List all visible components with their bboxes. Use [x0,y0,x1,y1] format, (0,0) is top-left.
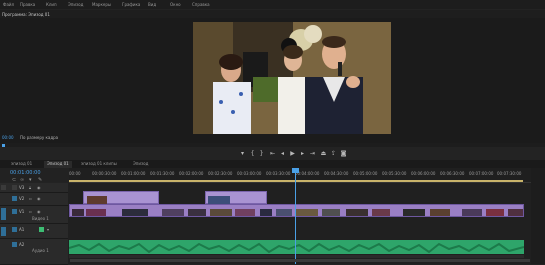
go-to-out-icon[interactable]: ⇥ [308,149,317,158]
timeline-tab-2[interactable]: Эпизод 01 [44,161,72,168]
menu-item-markers[interactable]: Маркеры [92,2,111,7]
ruler-tick: 00:01:30:00 [150,171,175,176]
source-patch-v1[interactable] [1,208,6,220]
menu-item-view[interactable]: Вид [148,2,156,7]
play-icon[interactable]: ▶ [288,149,297,158]
monitor-playhead[interactable] [2,144,5,147]
ruler-tick: 00:03:00:00 [237,171,262,176]
ruler-tick: 00:06:30:00 [440,171,465,176]
ruler-tick: 00:07:00:00 [469,171,494,176]
ruler-tick: 00:05:30:00 [382,171,407,176]
track-target-a2[interactable] [12,242,17,247]
eye-icon[interactable]: ◉ [37,185,41,190]
mic-icon[interactable]: ▾ [47,227,49,232]
out-point-icon[interactable]: } [257,149,266,158]
ruler-tick: 00:02:30:00 [208,171,233,176]
video-track-v1-clips[interactable] [69,204,524,217]
solo-button-a1[interactable] [39,227,44,232]
export-frame-icon[interactable]: ◙ [339,149,348,158]
step-back-icon[interactable]: ◂ [278,149,287,158]
work-area-bar[interactable] [69,180,523,182]
ruler-tick: 00:02:00:00 [179,171,204,176]
timeline-vertical-scrollbar[interactable] [531,168,545,264]
timeline-tab-1[interactable]: эпизод 01 [8,161,35,168]
track-target-v1[interactable] [12,209,17,214]
audio-waveform [69,241,524,254]
ruler-tick: 00:04:30:00 [324,171,349,176]
step-forward-icon[interactable]: ▸ [298,149,307,158]
track-id-a1: A1 [19,227,25,232]
track-header-v1: V1 ▫ ◉ Видео 1 [0,206,68,224]
lock-icon[interactable]: ▫ [29,196,32,201]
video-clip[interactable] [83,191,159,204]
track-id-v1: V1 [19,209,25,214]
lock-icon[interactable]: ▫ [29,209,32,214]
ruler-tick: 00:06:00:00 [411,171,436,176]
track-target-v3[interactable] [12,185,17,190]
source-patch-a1[interactable] [1,227,6,236]
menu-item-clip[interactable]: Клип [46,2,57,7]
timeline-horizontal-scrollbar[interactable] [70,259,530,262]
marker-icon[interactable]: ▾ [238,149,247,158]
source-patch-v3[interactable] [1,185,6,190]
timeline-tabs: эпизод 01 Эпизод 01 эпизод 01 клипы Эпиз… [0,160,545,168]
timeline-tab-3[interactable]: эпизод 01 клипы [78,161,120,168]
timeline-timecode[interactable]: 00:01:00:00 [10,170,41,176]
ruler-tick: 00:00:30:00 [92,171,117,176]
track-header-v3: V3 🔒︎ ◉ [0,183,68,193]
video-frame-image [193,22,391,134]
program-monitor-tabbar: Программа: Эпизод 01 [0,10,545,18]
track-id-v3: V3 [19,185,25,190]
ruler-tick: 00:03:30:00 [266,171,291,176]
eye-icon[interactable]: ◉ [37,209,41,214]
track-target-a1[interactable] [12,227,17,232]
track-header-v2: V2 ▫ ◉ [0,193,68,206]
track-target-v2[interactable] [12,196,17,201]
ruler-tick: 00:00 [69,171,81,176]
menu-item-graphics[interactable]: Графика [122,2,140,7]
menu-item-file[interactable]: Файл [3,2,14,7]
eye-icon[interactable]: ◉ [37,196,41,201]
menu-item-window[interactable]: Окно [170,2,181,7]
menu-bar: Файл Правка Клип Эпизод Маркеры Графика … [0,0,545,9]
timeline-playhead[interactable] [295,168,296,264]
transport-controls: ▾ { } ⇤ ◂ ▶ ▸ ⇥ ⏏ ⇪ ◙ [0,148,545,160]
track-name-a1: Аудио 1 [32,248,49,253]
menu-item-sequence[interactable]: Эпизод [68,2,83,7]
program-monitor-tab[interactable]: Программа: Эпизод 01 [2,12,50,17]
in-point-icon[interactable]: { [248,149,257,158]
go-to-in-icon[interactable]: ⇤ [268,149,277,158]
monitor-timecode[interactable]: 00:00 [2,135,14,140]
ruler-tick: 00:05:00:00 [353,171,378,176]
fit-dropdown[interactable]: По размеру кадра [20,135,58,140]
menu-item-edit[interactable]: Правка [20,2,35,7]
timeline-tab-4[interactable]: Эпизод [130,161,151,168]
monitor-seek-bar[interactable] [0,143,545,147]
lift-icon[interactable]: ⏏ [319,149,328,158]
audio-track-a2[interactable] [69,255,524,258]
lock-icon[interactable]: 🔒︎ [29,185,31,190]
track-header-a1: A1 ▾ [0,224,68,239]
ruler-tick: 00:07:30:00 [497,171,522,176]
video-frame [193,22,391,134]
extract-icon[interactable]: ⇪ [329,149,338,158]
audio-clip-a1[interactable] [69,240,524,254]
track-header-a2: A2 Аудио 1 [0,239,68,265]
ruler-tick: 00:01:00:00 [121,171,146,176]
track-id-v2: V2 [19,196,25,201]
video-clip[interactable] [205,191,267,204]
menu-item-help[interactable]: Справка [192,2,210,7]
track-name-v1: Видео 1 [32,216,49,221]
track-id-a2: A2 [19,242,25,247]
